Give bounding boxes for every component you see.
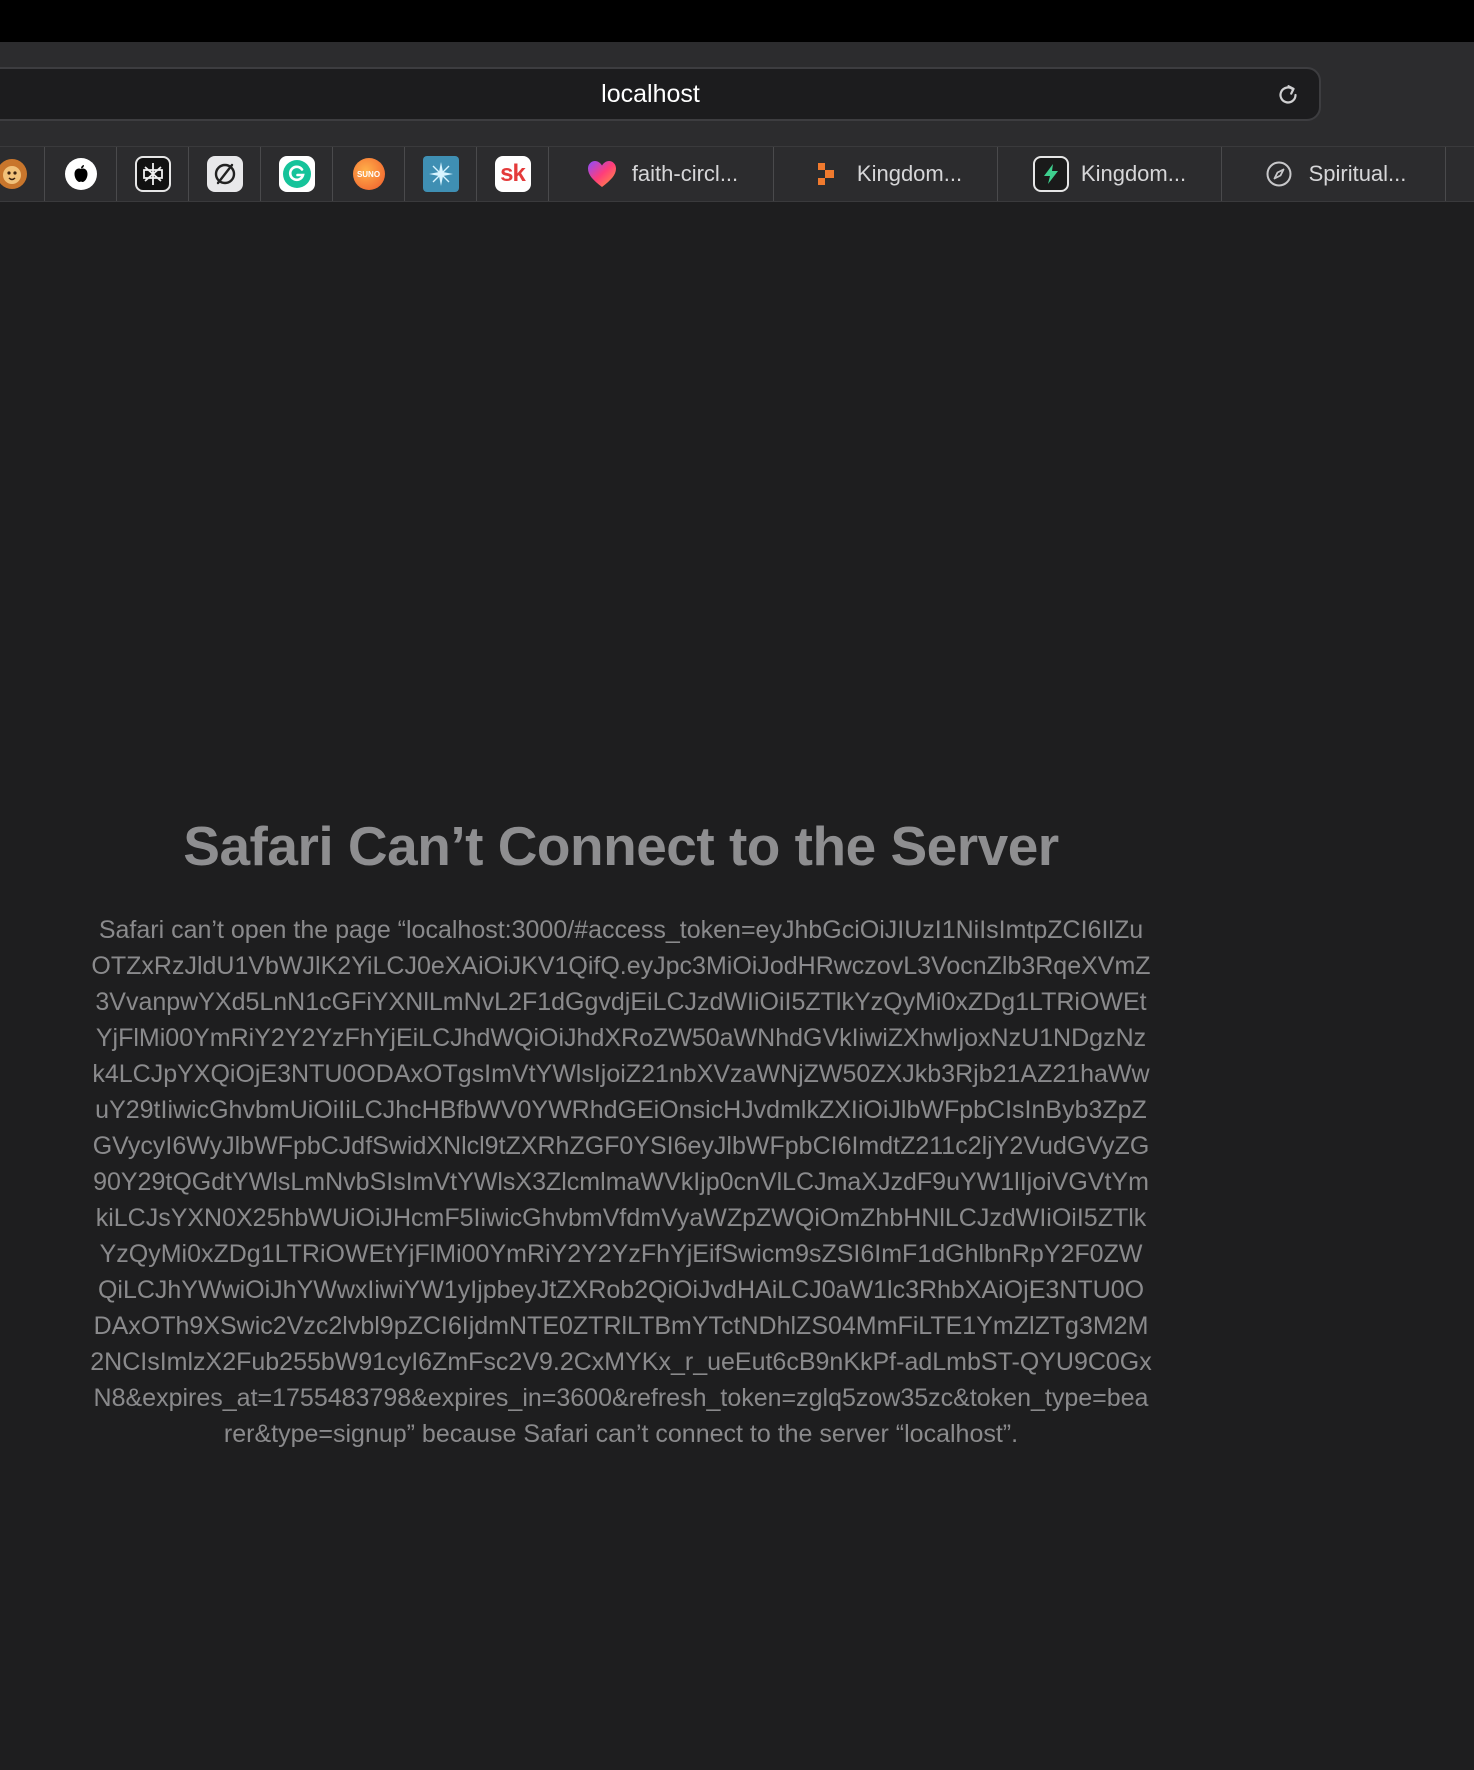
lion-icon: [0, 156, 30, 192]
error-title: Safari Can’t Connect to the Server: [183, 815, 1059, 877]
compass-icon: [1261, 156, 1297, 192]
favorite-slashed-circle[interactable]: [189, 147, 261, 201]
reload-button[interactable]: [1273, 80, 1303, 110]
favorite-kingdom-1[interactable]: Kingdom...: [774, 147, 998, 201]
suno-icon: SUNO: [351, 156, 387, 192]
sk-icon-text: sk: [500, 160, 526, 187]
favorite-label: Kingdom...: [1080, 161, 1187, 186]
lightning-icon: [1032, 156, 1069, 192]
favorite-kingdom-2[interactable]: Kingdom...: [998, 147, 1222, 201]
favorite-suno[interactable]: SUNO: [333, 147, 405, 201]
spark-star-icon: [422, 156, 459, 192]
address-bar[interactable]: localhost: [0, 67, 1321, 121]
page-content: Safari Can’t Connect to the Server Safar…: [0, 202, 1474, 1770]
slashed-circle-icon: [206, 156, 243, 192]
favorites-bar: SUNO sk faith-circl... Kingdom... Kingdo…: [0, 146, 1474, 202]
favorite-spark-star[interactable]: [405, 147, 477, 201]
favorite-perplexity[interactable]: [117, 147, 189, 201]
orange-blocks-icon: [809, 156, 845, 192]
sk-icon: sk: [494, 156, 531, 192]
favorite-label: faith-circl...: [631, 161, 739, 186]
safari-toolbar: localhost: [0, 42, 1474, 146]
reload-icon: [1279, 85, 1297, 104]
error-message: Safari can’t open the page “localhost:30…: [90, 916, 1152, 1448]
favorite-grammarly[interactable]: [261, 147, 333, 201]
favorite-faith-circle[interactable]: faith-circl...: [549, 147, 774, 201]
favorite-label: Kingdom...: [856, 161, 963, 186]
favorite-sk[interactable]: sk: [477, 147, 549, 201]
favorite-label: Spiritual...: [1308, 161, 1407, 186]
favorite-apple[interactable]: [45, 147, 117, 201]
suno-icon-text: SUNO: [356, 169, 381, 179]
favorite-spiritual[interactable]: Spiritual...: [1222, 147, 1446, 201]
address-bar-text[interactable]: localhost: [0, 69, 1319, 119]
apple-icon: [63, 156, 99, 192]
heart-gradient-icon: [584, 156, 620, 192]
perplexity-icon: [134, 156, 171, 192]
favorite-lion[interactable]: [0, 147, 45, 201]
window-top-strip: [0, 0, 1474, 42]
grammarly-icon: [278, 156, 315, 192]
